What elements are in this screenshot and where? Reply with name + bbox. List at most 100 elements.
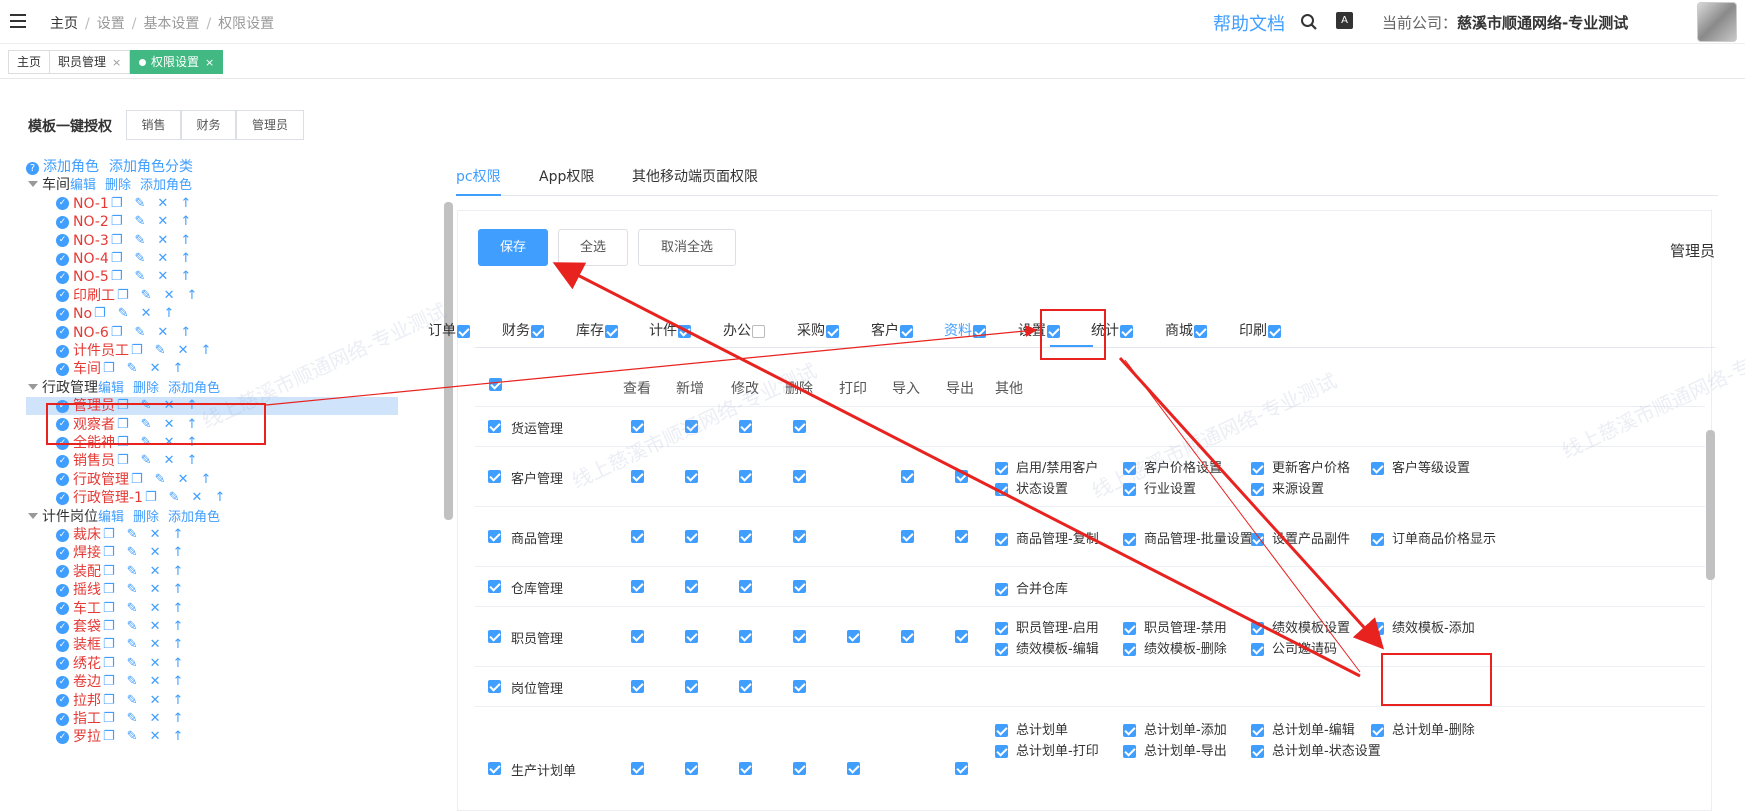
permission-checkbox[interactable] <box>739 530 752 543</box>
other-permission-checkbox[interactable] <box>1123 724 1136 737</box>
tree-role-item[interactable]: ✓ 行政管理-1 ❐ ✎ ✕ ↑ <box>26 489 225 507</box>
move-up-icon[interactable]: ↑ <box>164 305 175 323</box>
checked-icon[interactable]: ✓ <box>56 546 69 560</box>
move-up-icon[interactable]: ↑ <box>172 360 183 378</box>
tree-role-item[interactable]: ✓ NO-4 ❐ ✎ ✕ ↑ <box>26 250 191 268</box>
tree-role-item[interactable]: ✓ 拉邦 ❐ ✎ ✕ ↑ <box>26 692 183 710</box>
copy-icon[interactable]: ❐ <box>111 268 123 286</box>
tree-role-item[interactable]: ✓ 卷边 ❐ ✎ ✕ ↑ <box>26 673 183 691</box>
delete-icon[interactable]: ✕ <box>150 526 161 544</box>
other-permission-checkbox[interactable] <box>1251 483 1264 496</box>
permission-checkbox[interactable] <box>847 762 860 775</box>
edit-icon[interactable]: ✎ <box>127 655 138 673</box>
move-up-icon[interactable]: ↑ <box>172 673 183 691</box>
permission-checkbox[interactable] <box>631 762 644 775</box>
tab-pc-permissions[interactable]: pc权限 <box>456 166 501 196</box>
edit-icon[interactable]: ✎ <box>155 471 166 489</box>
tree-role-item[interactable]: ✓ 销售员 ❐ ✎ ✕ ↑ <box>26 452 197 470</box>
other-permission-checkbox[interactable] <box>1251 622 1264 635</box>
copy-icon[interactable]: ❐ <box>111 324 123 342</box>
edit-icon[interactable]: ✎ <box>155 342 166 360</box>
move-up-icon[interactable]: ↑ <box>180 195 191 213</box>
expand-triangle-icon[interactable] <box>28 181 38 188</box>
tree-role-item[interactable]: ✓ 行政管理 ❐ ✎ ✕ ↑ <box>26 471 211 489</box>
move-up-icon[interactable]: ↑ <box>172 600 183 618</box>
copy-icon[interactable]: ❐ <box>103 636 115 654</box>
delete-icon[interactable]: ✕ <box>164 287 175 305</box>
edit-icon[interactable]: ✎ <box>127 728 138 746</box>
move-up-icon[interactable]: ↑ <box>186 287 197 305</box>
add-role-link[interactable]: 添加角色 <box>43 159 99 175</box>
group-delete-link[interactable]: 删除 <box>133 510 159 525</box>
copy-icon[interactable]: ❐ <box>103 360 115 378</box>
edit-icon[interactable]: ✎ <box>127 636 138 654</box>
delete-icon[interactable]: ✕ <box>178 471 189 489</box>
other-permission-item[interactable]: 设置产品副件 <box>1251 528 1350 547</box>
other-permission-checkbox[interactable] <box>995 483 1008 496</box>
delete-icon[interactable]: ✕ <box>157 213 168 231</box>
copy-icon[interactable]: ❐ <box>103 600 115 618</box>
other-permission-item[interactable]: 订单商品价格显示 <box>1371 528 1496 547</box>
category-checkbox[interactable] <box>752 324 765 338</box>
permission-checkbox[interactable] <box>955 762 968 775</box>
other-permission-item[interactable]: 职员管理-禁用 <box>1123 617 1227 636</box>
category-checkbox[interactable] <box>605 324 618 338</box>
tree-scrollbar[interactable] <box>444 202 453 768</box>
delete-icon[interactable]: ✕ <box>150 728 161 746</box>
other-permission-item[interactable]: 状态设置 <box>995 478 1068 497</box>
copy-icon[interactable]: ❐ <box>117 452 129 470</box>
tree-role-item[interactable]: ✓ NO-5 ❐ ✎ ✕ ↑ <box>26 268 191 286</box>
template-admin-button[interactable]: 管理员 <box>236 110 304 140</box>
other-permission-item[interactable]: 客户等级设置 <box>1371 457 1470 476</box>
checked-icon[interactable]: ✓ <box>56 252 69 266</box>
other-permission-checkbox[interactable] <box>995 724 1008 737</box>
category-4[interactable]: 办公 <box>723 320 765 340</box>
move-up-icon[interactable]: ↑ <box>172 618 183 636</box>
delete-icon[interactable]: ✕ <box>150 360 161 378</box>
delete-icon[interactable]: ✕ <box>150 618 161 636</box>
category-checkbox[interactable] <box>1268 324 1281 338</box>
edit-icon[interactable]: ✎ <box>127 526 138 544</box>
other-permission-item[interactable]: 总计划单 <box>995 719 1068 738</box>
copy-icon[interactable]: ❐ <box>117 287 129 305</box>
font-size-icon[interactable]: A <box>1336 12 1353 29</box>
permission-checkbox[interactable] <box>955 470 968 483</box>
edit-icon[interactable]: ✎ <box>127 544 138 562</box>
permission-checkbox[interactable] <box>739 580 752 593</box>
tree-group[interactable]: 车间编辑 删除 添加角色 <box>26 176 192 194</box>
row-checkbox[interactable] <box>488 762 501 775</box>
copy-icon[interactable]: ❐ <box>103 728 115 746</box>
permission-checkbox[interactable] <box>901 630 914 643</box>
delete-icon[interactable]: ✕ <box>164 452 175 470</box>
move-up-icon[interactable]: ↑ <box>172 526 183 544</box>
move-up-icon[interactable]: ↑ <box>172 544 183 562</box>
table-scrollbar[interactable] <box>1706 420 1715 790</box>
edit-icon[interactable]: ✎ <box>135 232 146 250</box>
breadcrumb-basic-settings[interactable]: 基本设置 <box>143 16 199 32</box>
category-11[interactable]: 印刷 <box>1239 320 1281 340</box>
edit-icon[interactable]: ✎ <box>127 563 138 581</box>
delete-icon[interactable]: ✕ <box>150 636 161 654</box>
copy-icon[interactable]: ❐ <box>94 305 106 323</box>
other-permission-checkbox[interactable] <box>995 745 1008 758</box>
tree-role-item[interactable]: ✓ NO-1 ❐ ✎ ✕ ↑ <box>26 195 191 213</box>
category-5[interactable]: 采购 <box>797 320 839 340</box>
checked-icon[interactable]: ✓ <box>56 454 69 468</box>
tree-role-item[interactable]: ✓ 罗拉 ❐ ✎ ✕ ↑ <box>26 728 183 746</box>
permission-checkbox[interactable] <box>739 630 752 643</box>
delete-icon[interactable]: ✕ <box>150 600 161 618</box>
delete-icon[interactable]: ✕ <box>150 655 161 673</box>
permission-checkbox[interactable] <box>793 580 806 593</box>
tree-group[interactable]: 行政管理编辑 删除 添加角色 <box>26 379 220 397</box>
move-up-icon[interactable]: ↑ <box>172 636 183 654</box>
tree-role-item[interactable]: ✓ 计件员工 ❐ ✎ ✕ ↑ <box>26 342 211 360</box>
other-permission-checkbox[interactable] <box>995 643 1008 656</box>
copy-icon[interactable]: ❐ <box>103 692 115 710</box>
move-up-icon[interactable]: ↑ <box>186 452 197 470</box>
edit-icon[interactable]: ✎ <box>135 250 146 268</box>
tree-role-item[interactable]: ✓ 套袋 ❐ ✎ ✕ ↑ <box>26 618 183 636</box>
copy-icon[interactable]: ❐ <box>103 526 115 544</box>
permission-checkbox[interactable] <box>847 630 860 643</box>
delete-icon[interactable]: ✕ <box>157 268 168 286</box>
tree-role-item[interactable]: ✓ NO-3 ❐ ✎ ✕ ↑ <box>26 232 191 250</box>
